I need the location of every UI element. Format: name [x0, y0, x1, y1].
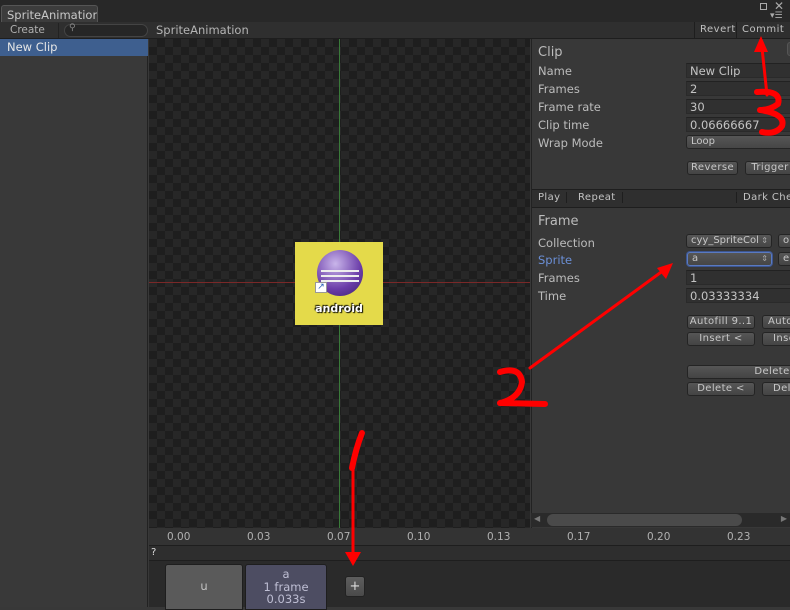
commit-button[interactable]: Commit [736, 22, 789, 39]
revert-button[interactable]: Revert [694, 22, 741, 39]
wrap-mode-dropdown[interactable]: Loop [686, 135, 790, 149]
event-bar[interactable]: ? [149, 546, 790, 561]
tick-label: 0.03 [247, 531, 271, 543]
tick-label: 0.07 [327, 531, 351, 543]
collection-open-button[interactable]: o [778, 234, 790, 248]
shortcut-arrow-icon: ↗ [315, 282, 327, 293]
tick-label: 0.17 [567, 531, 591, 543]
frames-field[interactable]: 2 [686, 81, 790, 96]
search-input[interactable]: ⚲ [64, 23, 148, 37]
collection-dropdown[interactable]: cyy_SpriteCol ⇕ [686, 234, 772, 248]
frame-rate-label: Frame rate [538, 100, 601, 114]
delete-button[interactable]: Delete [687, 365, 790, 379]
autofill-9-1-button[interactable]: Autofill 9..1 [687, 315, 755, 329]
sprite-preview-canvas[interactable]: ↗ android [149, 39, 530, 528]
frame-section-heading: Frame [538, 214, 579, 229]
scrollbar-thumb[interactable] [547, 514, 742, 526]
frame-rate-field[interactable]: 30 [686, 99, 790, 114]
time-label: Time [538, 289, 567, 303]
tick-label: 0.20 [647, 531, 671, 543]
background-dropdown[interactable]: Dark Checker [736, 192, 790, 203]
help-icon[interactable]: ? [151, 547, 156, 558]
sprite-image: ↗ android [295, 242, 383, 325]
clip-list-item[interactable]: New Clip [0, 39, 148, 56]
updown-icon: ⇕ [761, 254, 768, 263]
timeline-frame[interactable]: u [165, 564, 243, 610]
inspector-panel: Clip Name New Clip Frames 2 Frame rate 3… [531, 39, 790, 528]
delete-after-button[interactable]: Delete > [762, 382, 790, 396]
add-frame-button[interactable]: + [345, 576, 365, 597]
insert-after-button[interactable]: Insert > [762, 332, 790, 346]
reverse-button[interactable]: Reverse [687, 161, 738, 175]
sprite-caption: android [315, 302, 363, 315]
delete-before-button[interactable]: Delete < [687, 382, 755, 396]
clip-list [0, 39, 148, 607]
repeat-button[interactable]: Repeat [578, 192, 623, 203]
scroll-right-icon[interactable]: ▶ [781, 514, 787, 523]
create-dropdown[interactable]: Create ▾ [4, 23, 59, 48]
window-tab[interactable]: SpriteAnimation [1, 5, 98, 23]
clip-section-heading: Clip [538, 45, 563, 60]
collection-label: Collection [538, 236, 595, 250]
time-field[interactable]: 0.03333334 [686, 288, 790, 303]
frame-frames-field[interactable]: 1 [686, 270, 790, 285]
clip-editor-title: SpriteAnimation [156, 23, 249, 37]
wrap-mode-label: Wrap Mode [538, 136, 603, 150]
tick-label: 0.13 [487, 531, 511, 543]
updown-icon: ⇕ [761, 236, 768, 245]
playback-bar: Play Repeat Dark Checker [532, 189, 790, 208]
tick-label: 0.23 [727, 531, 751, 543]
maximize-icon[interactable] [760, 3, 767, 10]
play-button[interactable]: Play [538, 192, 568, 203]
scroll-left-icon[interactable]: ◀ [534, 514, 540, 523]
frames-label: Frames [538, 82, 580, 96]
tick-label: 0.10 [407, 531, 431, 543]
tick-label: 0.00 [167, 531, 191, 543]
search-icon: ⚲ [69, 23, 76, 33]
clip-time-label: Clip time [538, 118, 590, 132]
menu-icon[interactable]: ▾☰ [770, 11, 783, 21]
clip-time-field[interactable]: 0.06666667 [686, 117, 790, 132]
timeline-ruler[interactable]: 0.00 0.03 0.07 0.10 0.13 0.17 0.20 0.23 [149, 528, 790, 546]
name-field[interactable]: New Clip [686, 63, 790, 78]
horizontal-scrollbar[interactable]: ◀ ▶ [531, 513, 790, 527]
trigger-button[interactable]: Trigger [745, 161, 790, 175]
sprite-dropdown[interactable]: a ⇕ [687, 252, 772, 266]
sprite-label: Sprite [538, 253, 573, 267]
window-titlebar [0, 0, 790, 22]
frame-track: u a 1 frame 0.033s + [149, 561, 790, 610]
frame-frames-label: Frames [538, 271, 580, 285]
autofill-1-9-button[interactable]: Autofill 1..9 [762, 315, 790, 329]
insert-before-button[interactable]: Insert < [687, 332, 755, 346]
timeline-frame-selected[interactable]: a 1 frame 0.033s [245, 564, 327, 610]
name-label: Name [538, 64, 572, 78]
sprite-edit-button[interactable]: e [778, 252, 790, 266]
